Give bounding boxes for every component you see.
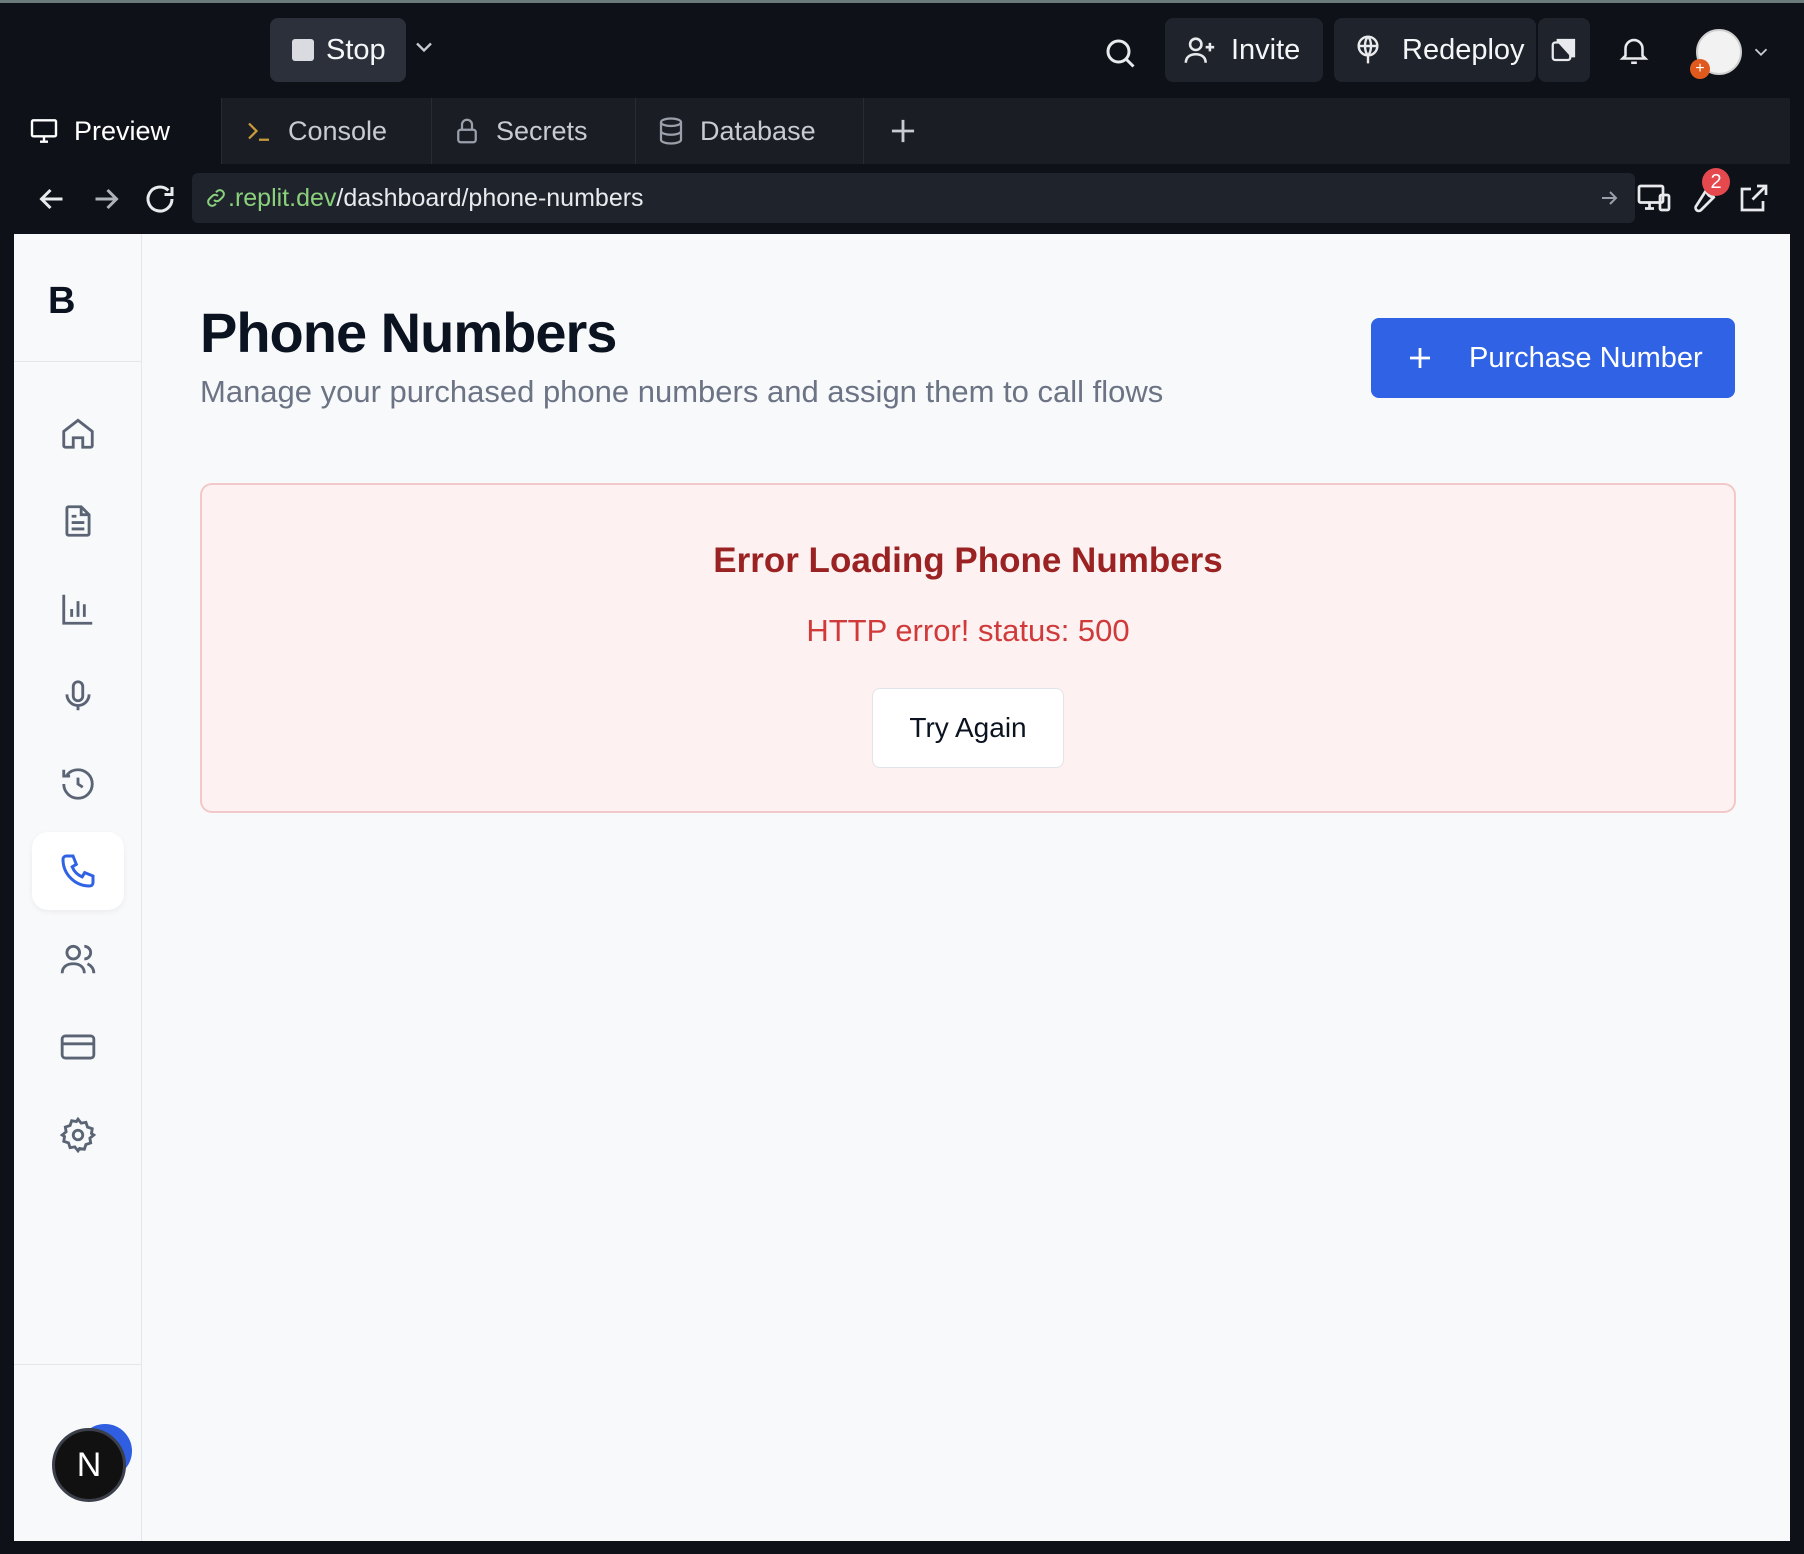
document-icon: [65, 505, 91, 537]
chevron-down-icon[interactable]: [410, 33, 438, 61]
sidebar-divider: [14, 1364, 142, 1365]
purchase-label: Purchase Number: [1469, 341, 1703, 374]
replit-window: Stop Invite Redeploy + Preview Console S…: [0, 0, 1804, 1554]
purchase-number-button[interactable]: Purchase Number: [1371, 318, 1735, 398]
home-icon: [62, 418, 94, 449]
tab-label: Secrets: [496, 115, 588, 146]
device-preview-icon[interactable]: [1636, 180, 1672, 216]
lock-icon: [457, 118, 477, 144]
tab-database[interactable]: Database: [636, 98, 864, 164]
go-arrow-icon[interactable]: [1597, 186, 1621, 210]
sidebar-item-home[interactable]: [32, 394, 124, 472]
nextjs-avatar[interactable]: N: [52, 1428, 126, 1502]
tab-label: Preview: [74, 115, 171, 146]
plus-icon: +: [1690, 59, 1710, 79]
invite-label: Invite: [1231, 33, 1301, 66]
users-icon: [60, 944, 96, 974]
back-arrow-icon[interactable]: [34, 181, 70, 217]
page-subtitle: Manage your purchased phone numbers and …: [200, 374, 1164, 409]
bar-chart-icon: [62, 594, 93, 625]
add-tab-icon[interactable]: [884, 112, 922, 150]
reload-icon[interactable]: [142, 181, 178, 217]
top-toolbar: Stop Invite Redeploy +: [0, 3, 1804, 98]
devtools-badge: 2: [1702, 168, 1730, 196]
app-logo[interactable]: B: [14, 234, 142, 362]
tab-secrets[interactable]: Secrets: [432, 98, 636, 164]
open-external-icon[interactable]: [1736, 180, 1772, 216]
tab-label: Console: [288, 115, 388, 146]
sidebar: B N: [14, 234, 142, 1541]
database-icon: [659, 117, 683, 145]
link-icon: [207, 189, 225, 207]
terminal-icon: [248, 122, 269, 141]
stop-icon: [292, 39, 314, 61]
redeploy-button[interactable]: Redeploy: [1334, 18, 1536, 82]
preview-url-bar: .replit.dev/dashboard/phone-numbers 2: [14, 164, 1790, 234]
sidebar-item-history[interactable]: [32, 745, 124, 823]
invite-button[interactable]: Invite: [1165, 18, 1323, 82]
stop-button[interactable]: Stop: [270, 18, 406, 82]
tab-console[interactable]: Console: [222, 98, 432, 164]
error-alert: Error Loading Phone Numbers HTTP error! …: [200, 483, 1736, 813]
microphone-icon: [65, 680, 91, 711]
stop-label: Stop: [326, 33, 386, 66]
monitor-icon: [30, 119, 58, 143]
phone-icon: [61, 854, 95, 888]
sidebar-item-settings[interactable]: [32, 1096, 124, 1174]
plus-icon: [1410, 348, 1430, 368]
sidebar-item-documents[interactable]: [32, 482, 124, 560]
chevron-down-icon[interactable]: [1750, 41, 1772, 63]
search-icon[interactable]: [1102, 35, 1138, 71]
forward-arrow-icon[interactable]: [88, 181, 124, 217]
try-again-button[interactable]: Try Again: [872, 688, 1064, 768]
url-field[interactable]: .replit.dev/dashboard/phone-numbers: [192, 173, 1635, 223]
deployments-panel-button[interactable]: [1538, 18, 1590, 82]
error-title: Error Loading Phone Numbers: [713, 541, 1223, 580]
page-title: Phone Numbers: [200, 301, 617, 364]
error-message: HTTP error! status: 500: [806, 613, 1130, 648]
sidebar-item-phone-numbers[interactable]: [32, 832, 124, 910]
layers-icon: [1551, 38, 1576, 62]
add-user-icon: [1184, 37, 1215, 63]
bell-icon[interactable]: [1617, 33, 1651, 67]
workspace-tabs: Preview Console Secrets Database: [14, 98, 1790, 164]
sidebar-item-contacts[interactable]: [32, 920, 124, 998]
redeploy-label: Redeploy: [1402, 33, 1525, 66]
settings-icon: [59, 1116, 97, 1154]
url-domain: .replit.dev: [228, 183, 337, 212]
sidebar-item-analytics[interactable]: [32, 570, 124, 648]
sidebar-item-billing[interactable]: [32, 1008, 124, 1086]
preview-page: B N Phone Numbers Manage your purchased …: [14, 234, 1790, 1541]
credit-card-icon: [60, 1034, 96, 1060]
history-icon: [62, 768, 94, 800]
deploy-icon: [1357, 35, 1379, 64]
main-content: Phone Numbers Manage your purchased phon…: [142, 234, 1790, 1541]
url-path: /dashboard/phone-numbers: [336, 183, 644, 212]
sidebar-item-voice[interactable]: [32, 657, 124, 735]
tab-label: Database: [700, 115, 816, 146]
tab-preview[interactable]: Preview: [14, 98, 222, 164]
